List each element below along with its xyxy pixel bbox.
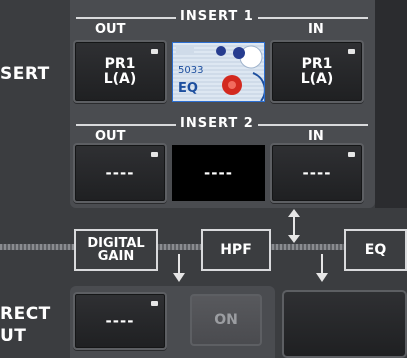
digital-gain-block[interactable]: DIGITAL GAIN: [74, 229, 158, 271]
popup-corner-icon: [151, 49, 158, 54]
eq-block[interactable]: EQ: [344, 229, 407, 271]
popup-corner-icon: [348, 152, 355, 157]
insert1-title: INSERT 1: [176, 9, 258, 24]
insert2-in-button-label: ----: [302, 164, 332, 182]
insert-side-label: SERT: [0, 64, 50, 84]
bidirectional-arrow-icon: [288, 209, 300, 243]
direct-out-side-label-2: UT: [0, 326, 27, 346]
plugin-name: EQ: [178, 81, 198, 96]
direct-out-on-button[interactable]: ON: [190, 294, 262, 346]
direct-out-patch-button-label: ----: [105, 312, 135, 330]
insert1-plugin-thumbnail[interactable]: 5033 EQ: [172, 42, 265, 102]
insert1-in-button[interactable]: PR1 L(A): [270, 40, 364, 103]
down-arrow-icon: [173, 254, 185, 282]
direct-out-patch-button[interactable]: ----: [73, 292, 167, 350]
insert2-in-label: IN: [308, 129, 324, 144]
insert1-out-label: OUT: [95, 22, 126, 37]
insert2-out-button-label: ----: [105, 164, 135, 182]
insert2-plugin-field[interactable]: ----: [172, 145, 265, 201]
insert2-plugin-field-label: ----: [204, 164, 233, 182]
right-panel-strip: [375, 0, 407, 208]
popup-corner-icon: [151, 301, 158, 306]
insert2-out-label: OUT: [95, 129, 126, 144]
down-arrow-icon: [316, 254, 328, 282]
popup-corner-icon: [348, 49, 355, 54]
direct-out-level-button[interactable]: [282, 290, 407, 358]
insert1-in-label: IN: [308, 22, 324, 37]
hpf-block[interactable]: HPF: [201, 229, 271, 271]
direct-out-side-label: RECT: [0, 304, 51, 324]
insert1-out-button-label: PR1 L(A): [103, 55, 137, 87]
insert2-title: INSERT 2: [176, 116, 258, 131]
insert2-in-button[interactable]: ----: [270, 143, 364, 203]
plugin-number: 5033: [178, 65, 204, 76]
insert2-out-button[interactable]: ----: [73, 143, 167, 203]
popup-corner-icon: [151, 152, 158, 157]
insert1-in-button-label: PR1 L(A): [300, 55, 334, 87]
insert1-out-button[interactable]: PR1 L(A): [73, 40, 167, 103]
